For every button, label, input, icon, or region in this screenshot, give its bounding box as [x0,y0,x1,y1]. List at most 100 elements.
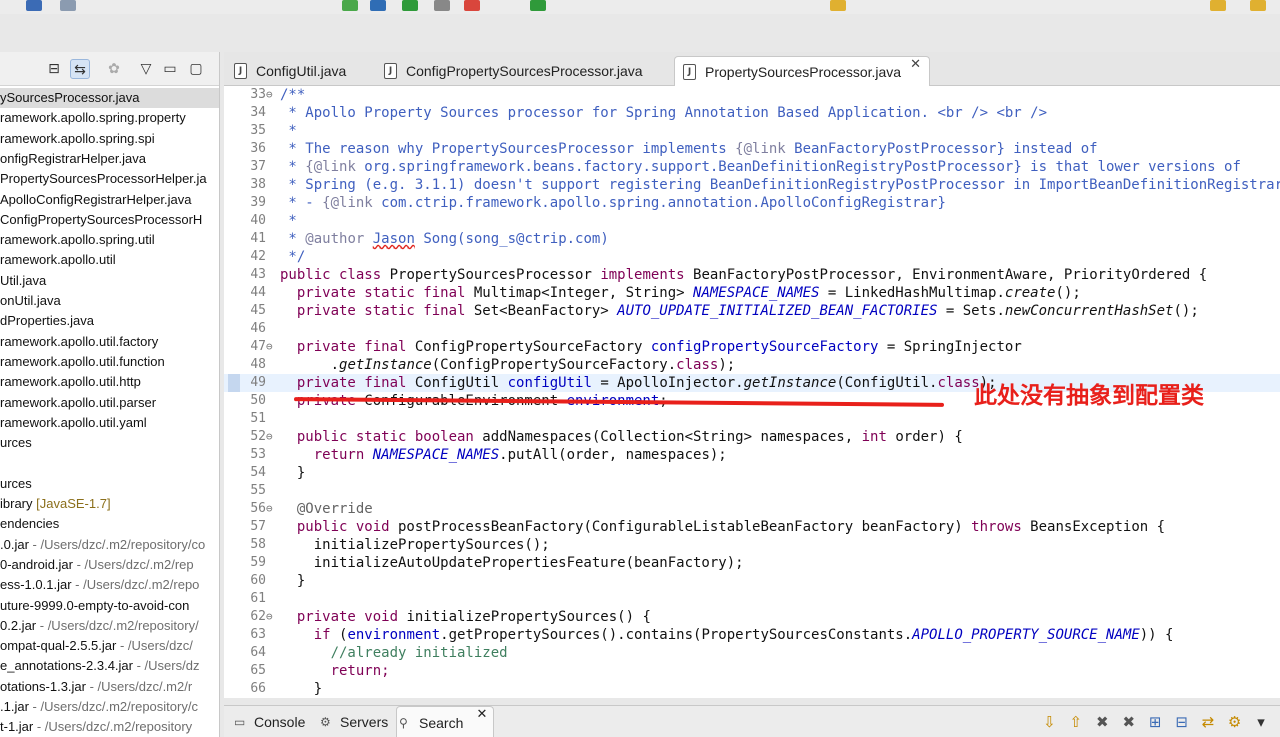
code-line: 34 * Apollo Property Sources processor f… [224,104,1280,122]
tree-item[interactable]: .0.jar - /Users/dzc/.m2/repository/co [0,535,219,555]
tree-item[interactable]: Util.java [0,271,219,291]
collapse-all-icon[interactable]: ⊟ [1171,712,1193,732]
tree-item[interactable]: ramework.apollo.spring.spi [0,129,219,149]
code-token: initializePropertySources() { [398,609,651,625]
tree-item[interactable]: ramework.apollo.util.parser [0,393,219,413]
tree-item-path: - /Users/dzc/.m2/r [86,678,193,694]
search-tool-icon[interactable] [60,0,76,11]
refresh-search-icon[interactable]: ⇄ [1197,712,1219,732]
code-editor[interactable]: 33 ⊖/** 34 * Apollo Property Sources proce… [224,86,1280,698]
close-icon[interactable]: ✕ [476,707,487,722]
tree-item[interactable]: endencies [0,514,219,534]
search-history-icon[interactable]: ⚙ [1224,712,1246,732]
search-icon: ⚲ [399,716,408,730]
line-number: 56 [250,501,266,516]
tree-item-library: [JavaSE-1.7] [36,496,111,511]
maximize-icon[interactable]: ▢ [186,59,206,79]
collapse-all-icon[interactable]: ⊟ [44,59,64,79]
remove-match-icon[interactable]: ✖ [1091,712,1113,732]
tree-item[interactable]: .1.jar - /Users/dzc/.m2/repository/c [0,697,219,717]
tree-item[interactable]: dProperties.java [0,311,219,331]
remove-all-matches-icon[interactable]: ✖ [1118,712,1140,732]
run-dropdown-icon[interactable] [530,0,546,11]
tree-item[interactable]: ApolloConfigRegistrarHelper.java [0,190,219,210]
tree-item-label: ramework.apollo.util [0,252,116,268]
tree-item[interactable] [0,453,219,473]
tab-propertysourcesprocessor[interactable]: J PropertySourcesProcessor.java ✕ [674,56,930,86]
tab-search[interactable]: ⚲ Search ✕ [396,706,495,737]
tree-item[interactable]: ompat-qual-2.5.5.jar - /Users/dzc/ [0,636,219,656]
tree-item[interactable]: ramework.apollo.util.http [0,372,219,392]
code-token: create [1004,285,1056,301]
code-text: * [280,212,296,230]
tree-item[interactable]: uture-9999.0-empty-to-avoid-con [0,596,219,616]
focus-icon[interactable]: ✿ [104,59,124,79]
view-menu-icon[interactable]: ▾ [1250,712,1272,732]
code-token: * [280,231,306,247]
code-token: )) { [1139,627,1174,643]
tree-item[interactable]: ySourcesProcessor.java [0,88,219,108]
tree-item[interactable]: ramework.apollo.util.function [0,352,219,372]
open-type-icon[interactable] [434,0,450,11]
save-icon[interactable] [26,0,42,11]
code-token: order) { [886,429,963,445]
code-token: NAMESPACE_NAMES [693,285,820,301]
tree-item[interactable]: ramework.apollo.util.yaml [0,413,219,433]
tree-item[interactable]: ess-1.0.1.jar - /Users/dzc/.m2/repo [0,575,219,595]
tree-item[interactable]: ConfigPropertySourcesProcessorH [0,210,219,230]
tree-item[interactable]: onfigRegistrarHelper.java [0,149,219,169]
fold-toggle-icon[interactable]: ⊖ [266,338,273,356]
tree-item[interactable]: 0-android.jar - /Users/dzc/.m2/rep [0,555,219,575]
close-icon[interactable]: ✕ [910,57,921,72]
fold-toggle-icon[interactable]: ⊖ [266,86,273,104]
new-class-icon[interactable] [370,0,386,11]
next-match-icon[interactable]: ⇩ [1038,712,1060,732]
forward-icon[interactable] [1250,0,1266,11]
view-menu-icon[interactable]: ▽ [136,59,156,79]
debug-icon[interactable] [342,0,358,11]
tree-item[interactable]: onUtil.java [0,291,219,311]
tree-item[interactable]: t-1.jar - /Users/dzc/.m2/repository [0,717,219,737]
search-icon[interactable] [464,0,480,11]
previous-match-icon[interactable]: ⇧ [1065,712,1087,732]
tab-configutil[interactable]: J ConfigUtil.java [226,56,376,86]
tree-item[interactable]: ramework.apollo.util [0,250,219,270]
code-line: 63 if (environment.getPropertySources().… [224,626,1280,644]
link-with-editor-icon[interactable]: ⇆ [70,59,90,79]
tree-item[interactable]: ibrary [JavaSE-1.7] [0,494,219,514]
next-annotation-icon[interactable] [830,0,846,11]
tree-item[interactable]: urces [0,474,219,494]
tree-item[interactable]: ramework.apollo.spring.util [0,230,219,250]
run-icon[interactable] [402,0,418,11]
tab-label: PropertySourcesProcessor.java [705,64,902,80]
tab-servers[interactable]: ⚙ Servers [318,706,388,737]
expand-all-icon[interactable]: ⊞ [1144,712,1166,732]
code-token: postProcessBeanFactory(ConfigurableLista… [389,519,972,535]
tree-item[interactable]: ramework.apollo.util.factory [0,332,219,352]
fold-toggle-icon[interactable]: ⊖ [266,428,273,446]
tree-item-label: ompat-qual-2.5.5.jar [0,638,117,654]
line-number: 52 [250,429,266,444]
code-token: public void [280,519,390,535]
code-token: int [861,429,887,445]
code-token: (); [1055,285,1081,301]
code-token: if [280,627,331,643]
code-text: */ [280,248,305,266]
tree-item[interactable]: e_annotations-2.3.4.jar - /Users/dz [0,656,219,676]
code-token: = ApolloInjector. [591,375,744,391]
tab-configpropertysourcesprocessor[interactable]: J ConfigPropertySourcesProcessor.java [376,56,666,86]
tree-item[interactable]: 0.2.jar - /Users/dzc/.m2/repository/ [0,616,219,636]
tree-item[interactable]: PropertySourcesProcessorHelper.ja [0,169,219,189]
fold-toggle-icon[interactable]: ⊖ [266,500,273,518]
tab-console[interactable]: ▭ Console [232,706,305,737]
tree-item[interactable]: urces [0,433,219,453]
fold-toggle-icon[interactable]: ⊖ [266,608,273,626]
code-line: 64 //already initialized [224,644,1280,662]
tree-item[interactable]: otations-1.3.jar - /Users/dzc/.m2/r [0,677,219,697]
back-icon[interactable] [1210,0,1226,11]
code-line: 41 * @author Jason Song(song_s@ctrip.com… [224,230,1280,248]
code-token: initializePropertySources(); [280,537,550,553]
code-token: private static final [280,303,466,319]
minimize-icon[interactable]: ▭ [160,59,180,79]
tree-item[interactable]: ramework.apollo.spring.property [0,108,219,128]
